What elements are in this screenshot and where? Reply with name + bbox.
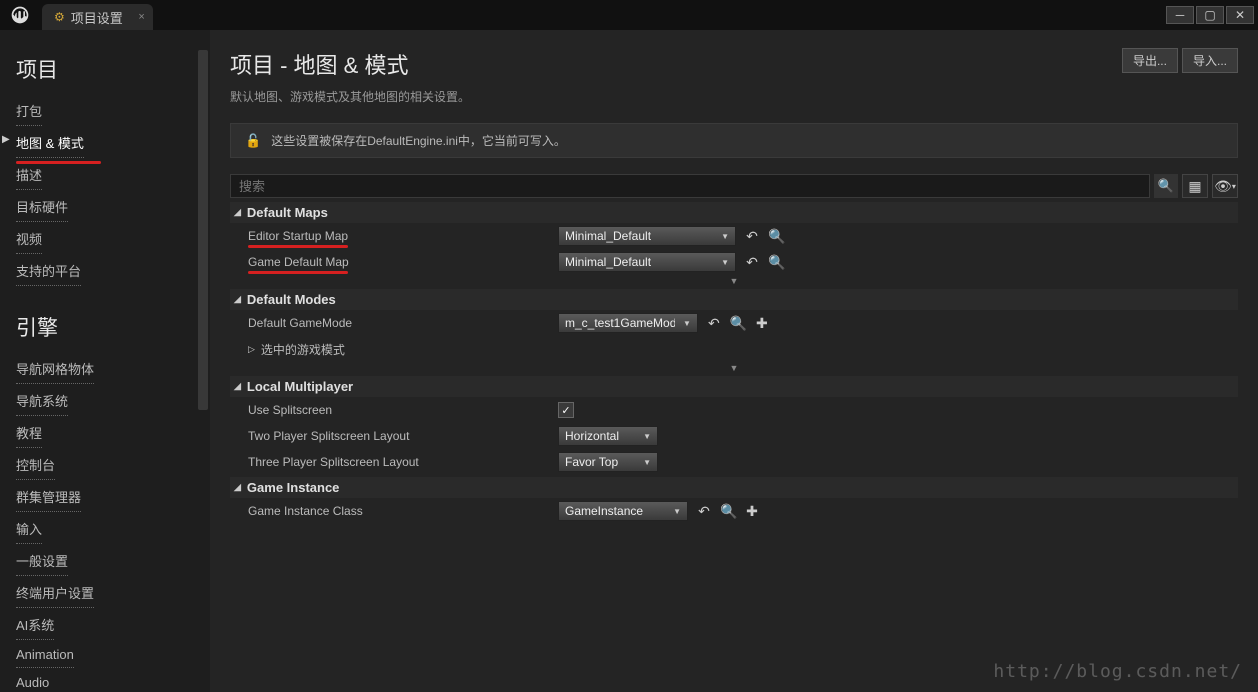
two-player-layout-dropdown[interactable]: Horizontal ▼ [558, 426, 658, 446]
export-button[interactable]: 导出... [1122, 48, 1178, 73]
tab-project-settings[interactable]: ⚙ 项目设置 × [42, 4, 153, 30]
prop-use-splitscreen-label: Use Splitscreen [248, 403, 558, 417]
category-label: Default Maps [247, 205, 328, 220]
info-bar: 🔓 这些设置被保存在DefaultEngine.ini中，它当前可写入。 [230, 123, 1238, 158]
sidebar-item-ai[interactable]: AI系统 [16, 610, 54, 640]
expand-advanced-button[interactable]: ▼ [230, 275, 1238, 287]
sidebar-item-input[interactable]: 输入 [16, 514, 42, 544]
category-local-multiplayer[interactable]: ◢ Local Multiplayer [230, 376, 1238, 397]
add-icon[interactable]: ✚ [744, 503, 760, 520]
caret-down-icon: ◢ [234, 294, 241, 305]
reset-icon[interactable]: ↶ [706, 315, 722, 332]
sidebar-item-package[interactable]: 打包 [16, 96, 42, 126]
caret-down-icon: ◢ [234, 482, 241, 493]
prop-three-player-layout-label: Three Player Splitscreen Layout [248, 455, 558, 469]
browse-icon[interactable]: 🔍 [768, 254, 784, 271]
sidebar-section-engine: 引擎 [16, 312, 206, 342]
category-default-modes[interactable]: ◢ Default Modes [230, 289, 1238, 310]
sidebar-section-project: 项目 [16, 54, 206, 84]
page-title: 项目 - 地图 & 模式 [230, 48, 470, 80]
page-subtitle: 默认地图、游戏模式及其他地图的相关设置。 [230, 88, 470, 105]
watermark: http://blog.csdn.net/ [993, 661, 1242, 682]
sidebar-item-supported-platforms[interactable]: 支持的平台 [16, 256, 81, 286]
tab-title: 项目设置 [71, 8, 123, 27]
game-instance-class-dropdown[interactable]: GameInstance ▼ [558, 501, 688, 521]
content-panel: 项目 - 地图 & 模式 默认地图、游戏模式及其他地图的相关设置。 导出... … [210, 30, 1258, 692]
add-icon[interactable]: ✚ [754, 315, 770, 332]
category-label: Default Modes [247, 292, 336, 307]
prop-editor-startup-map-label: Editor Startup Map [248, 229, 558, 243]
category-game-instance[interactable]: ◢ Game Instance [230, 477, 1238, 498]
close-button[interactable]: ✕ [1226, 6, 1254, 24]
sidebar-item-cluster[interactable]: 群集管理器 [16, 482, 81, 512]
sidebar-item-animation[interactable]: Animation [16, 642, 74, 668]
chevron-down-icon: ▼ [683, 319, 691, 328]
sidebar-item-console[interactable]: 控制台 [16, 450, 55, 480]
sidebar-item-video[interactable]: 视频 [16, 224, 42, 254]
browse-icon[interactable]: 🔍 [768, 228, 784, 245]
prop-game-instance-class-label: Game Instance Class [248, 504, 558, 518]
expand-advanced-button[interactable]: ▼ [230, 362, 1238, 374]
maximize-button[interactable]: ▢ [1196, 6, 1224, 24]
sidebar-item-tutorials[interactable]: 教程 [16, 418, 42, 448]
category-default-maps[interactable]: ◢ Default Maps [230, 202, 1238, 223]
sidebar-item-navmesh[interactable]: 导航网格物体 [16, 354, 94, 384]
titlebar: ⚙ 项目设置 × ─ ▢ ✕ [0, 0, 1258, 30]
prop-game-default-map-label: Game Default Map [248, 255, 558, 269]
sidebar-item-general[interactable]: 一般设置 [16, 546, 68, 576]
sidebar-item-audio[interactable]: Audio [16, 670, 49, 692]
chevron-down-icon: ▼ [721, 258, 729, 267]
ue-logo [8, 3, 32, 27]
default-gamemode-dropdown[interactable]: m_c_test1GameMode ▼ [558, 313, 698, 333]
view-eye-button[interactable]: 👁▾ [1212, 174, 1238, 198]
prop-default-gamemode-label: Default GameMode [248, 316, 558, 330]
selected-marker-icon: ▶ [2, 134, 10, 145]
chevron-down-icon: ▼ [643, 432, 651, 441]
use-splitscreen-checkbox[interactable]: ✓ [558, 402, 574, 418]
sidebar-item-maps-modes[interactable]: 地图 & 模式 [16, 128, 84, 158]
unlock-icon: 🔓 [245, 133, 261, 149]
three-player-layout-dropdown[interactable]: Favor Top ▼ [558, 452, 658, 472]
minimize-button[interactable]: ─ [1166, 6, 1194, 24]
view-grid-button[interactable]: ▦ [1182, 174, 1208, 198]
search-icon[interactable]: 🔍 [1154, 174, 1178, 198]
game-default-map-dropdown[interactable]: Minimal_Default ▼ [558, 252, 736, 272]
caret-down-icon: ◢ [234, 207, 241, 218]
prop-selected-gamemode[interactable]: ▷ 选中的游戏模式 [248, 341, 558, 358]
prop-two-player-layout-label: Two Player Splitscreen Layout [248, 429, 558, 443]
gear-icon: ⚙ [54, 10, 65, 24]
category-label: Game Instance [247, 480, 340, 495]
chevron-down-icon: ▼ [721, 232, 729, 241]
reset-icon[interactable]: ↶ [696, 503, 712, 520]
search-input[interactable] [230, 174, 1150, 198]
chevron-down-icon: ▼ [673, 507, 681, 516]
browse-icon[interactable]: 🔍 [720, 503, 736, 520]
sidebar: 项目 打包 ▶ 地图 & 模式 描述 目标硬件 视频 支持的平台 引擎 导航网格… [0, 30, 210, 692]
import-button[interactable]: 导入... [1182, 48, 1238, 73]
sidebar-item-target-hardware[interactable]: 目标硬件 [16, 192, 68, 222]
sidebar-item-description[interactable]: 描述 [16, 160, 42, 190]
browse-icon[interactable]: 🔍 [730, 315, 746, 332]
reset-icon[interactable]: ↶ [744, 228, 760, 245]
category-label: Local Multiplayer [247, 379, 353, 394]
reset-icon[interactable]: ↶ [744, 254, 760, 271]
caret-right-icon: ▷ [248, 344, 255, 355]
chevron-down-icon: ▼ [643, 458, 651, 467]
info-text: 这些设置被保存在DefaultEngine.ini中，它当前可写入。 [271, 132, 566, 149]
editor-startup-map-dropdown[interactable]: Minimal_Default ▼ [558, 226, 736, 246]
sidebar-item-enduser[interactable]: 终端用户设置 [16, 578, 94, 608]
sidebar-item-navsystem[interactable]: 导航系统 [16, 386, 68, 416]
tab-close-icon[interactable]: × [138, 11, 144, 23]
caret-down-icon: ◢ [234, 381, 241, 392]
